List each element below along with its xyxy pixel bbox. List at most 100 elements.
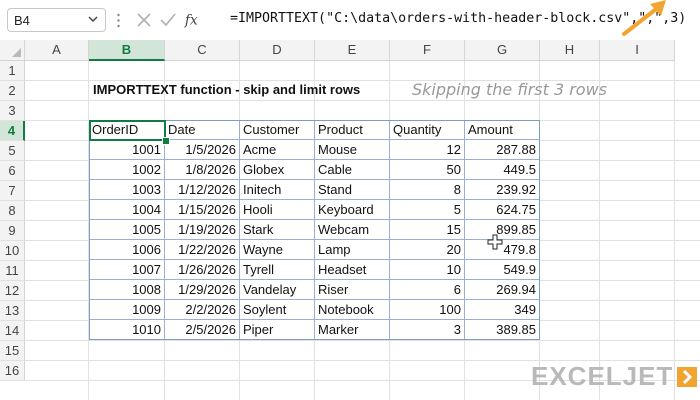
table-cell-quantity[interactable]: 8	[390, 180, 465, 200]
table-cell-product[interactable]: Stand	[315, 180, 390, 200]
table-cell-quantity[interactable]: 3	[390, 320, 465, 340]
table-cell-order-id[interactable]: 1004	[89, 200, 165, 220]
row-header-6[interactable]: 6	[0, 161, 25, 181]
table-cell-product[interactable]: Marker	[315, 320, 390, 340]
table-cell-product[interactable]: Headset	[315, 260, 390, 280]
table-cell-order-id[interactable]: 1002	[89, 160, 165, 180]
table-cell-amount[interactable]: 624.75	[465, 200, 540, 220]
table-cell-order-id[interactable]: 1007	[89, 260, 165, 280]
row-header-10[interactable]: 10	[0, 241, 25, 261]
table-cell-date[interactable]: 1/26/2026	[165, 260, 240, 280]
column-header-g[interactable]: G	[465, 40, 540, 61]
table-cell-amount[interactable]: 389.85	[465, 320, 540, 340]
table-cell-date[interactable]: 1/12/2026	[165, 180, 240, 200]
row-header-2[interactable]: 2	[0, 81, 25, 101]
table-header-order-id[interactable]: OrderID	[89, 120, 165, 140]
logo-text: EXCELJET	[531, 361, 674, 391]
column-header-d[interactable]: D	[240, 40, 315, 61]
table-cell-customer[interactable]: Soylent	[240, 300, 315, 320]
table-cell-product[interactable]: Keyboard	[315, 200, 390, 220]
table-cell-customer[interactable]: Wayne	[240, 240, 315, 260]
row-header-7[interactable]: 7	[0, 181, 25, 201]
table-cell-order-id[interactable]: 1001	[89, 140, 165, 160]
table-cell-date[interactable]: 2/2/2026	[165, 300, 240, 320]
table-cell-customer[interactable]: Hooli	[240, 200, 315, 220]
table-cell-quantity[interactable]: 50	[390, 160, 465, 180]
table-cell-order-id[interactable]: 1006	[89, 240, 165, 260]
table-cell-date[interactable]: 1/22/2026	[165, 240, 240, 260]
cancel-icon[interactable]	[134, 10, 154, 30]
enter-check-icon[interactable]	[158, 10, 178, 30]
table-header-date[interactable]: Date	[165, 120, 240, 140]
column-header-h[interactable]: H	[540, 40, 600, 61]
formula-bar-area: B4 fx =IMPORTTEXT("C:\data\orders-with-h…	[0, 0, 700, 40]
table-cell-quantity[interactable]: 20	[390, 240, 465, 260]
row-header-5[interactable]: 5	[0, 141, 25, 161]
table-cell-date[interactable]: 1/5/2026	[165, 140, 240, 160]
table-header-amount[interactable]: Amount	[465, 120, 540, 140]
row-header-15[interactable]: 15	[0, 341, 25, 361]
table-cell-customer[interactable]: Globex	[240, 160, 315, 180]
cell-area[interactable]: IMPORTTEXT function - skip and limit row…	[25, 61, 700, 400]
row-header-11[interactable]: 11	[0, 261, 25, 281]
table-cell-customer[interactable]: Piper	[240, 320, 315, 340]
table-cell-amount[interactable]: 549.9	[465, 260, 540, 280]
table-cell-amount[interactable]: 287.88	[465, 140, 540, 160]
table-cell-quantity[interactable]: 10	[390, 260, 465, 280]
select-all-button[interactable]	[0, 40, 25, 61]
chevron-down-icon[interactable]	[87, 12, 99, 26]
table-cell-quantity[interactable]: 12	[390, 140, 465, 160]
name-box[interactable]: B4	[7, 8, 106, 32]
insert-function-icon[interactable]: fx	[184, 10, 204, 30]
table-cell-quantity[interactable]: 15	[390, 220, 465, 240]
row-header-3[interactable]: 3	[0, 101, 25, 121]
table-cell-date[interactable]: 1/29/2026	[165, 280, 240, 300]
table-cell-order-id[interactable]: 1003	[89, 180, 165, 200]
table-cell-date[interactable]: 1/19/2026	[165, 220, 240, 240]
row-header-4[interactable]: 4	[0, 121, 25, 141]
table-cell-order-id[interactable]: 1008	[89, 280, 165, 300]
table-cell-order-id[interactable]: 1010	[89, 320, 165, 340]
table-cell-date[interactable]: 1/15/2026	[165, 200, 240, 220]
table-cell-product[interactable]: Riser	[315, 280, 390, 300]
row-header-9[interactable]: 9	[0, 221, 25, 241]
table-cell-customer[interactable]: Acme	[240, 140, 315, 160]
table-cell-amount[interactable]: 449.5	[465, 160, 540, 180]
table-header-product[interactable]: Product	[315, 120, 390, 140]
table-header-quantity[interactable]: Quantity	[390, 120, 465, 140]
table-cell-customer[interactable]: Initech	[240, 180, 315, 200]
table-cell-quantity[interactable]: 5	[390, 200, 465, 220]
table-cell-product[interactable]: Cable	[315, 160, 390, 180]
table-cell-product[interactable]: Mouse	[315, 140, 390, 160]
row-header-1[interactable]: 1	[0, 61, 25, 81]
table-cell-date[interactable]: 1/8/2026	[165, 160, 240, 180]
row-header-16[interactable]: 16	[0, 361, 25, 381]
column-header-i[interactable]: I	[600, 40, 675, 61]
column-header-c[interactable]: C	[165, 40, 240, 61]
row-header-8[interactable]: 8	[0, 201, 25, 221]
table-cell-amount[interactable]: 239.92	[465, 180, 540, 200]
column-header-a[interactable]: A	[25, 40, 89, 61]
table-cell-quantity[interactable]: 6	[390, 280, 465, 300]
table-cell-customer[interactable]: Stark	[240, 220, 315, 240]
table-cell-product[interactable]: Notebook	[315, 300, 390, 320]
table-cell-customer[interactable]: Tyrell	[240, 260, 315, 280]
name-box-value: B4	[14, 13, 30, 28]
table-cell-product[interactable]: Lamp	[315, 240, 390, 260]
row-header-13[interactable]: 13	[0, 301, 25, 321]
column-header-e[interactable]: E	[315, 40, 390, 61]
table-cell-order-id[interactable]: 1009	[89, 300, 165, 320]
row-header-12[interactable]: 12	[0, 281, 25, 301]
table-cell-product[interactable]: Webcam	[315, 220, 390, 240]
table-cell-quantity[interactable]: 100	[390, 300, 465, 320]
table-cell-customer[interactable]: Vandelay	[240, 280, 315, 300]
table-cell-order-id[interactable]: 1005	[89, 220, 165, 240]
table-cell-amount[interactable]: 349	[465, 300, 540, 320]
fill-handle[interactable]	[162, 137, 170, 145]
row-header-14[interactable]: 14	[0, 321, 25, 341]
column-header-b[interactable]: B	[89, 40, 165, 61]
table-header-customer[interactable]: Customer	[240, 120, 315, 140]
table-cell-amount[interactable]: 269.94	[465, 280, 540, 300]
table-cell-date[interactable]: 2/5/2026	[165, 320, 240, 340]
column-header-f[interactable]: F	[390, 40, 465, 61]
